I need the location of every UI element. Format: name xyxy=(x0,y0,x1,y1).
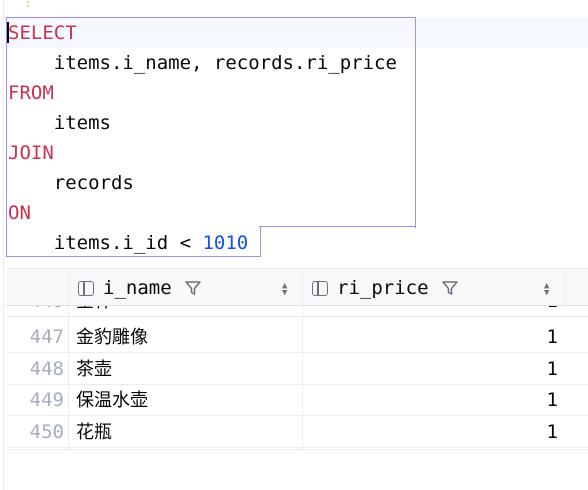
grid-header: i_name ▲ ▼ ri_price ▲ ▼ xyxy=(6,268,588,307)
row-number: 447 xyxy=(29,326,64,348)
keyword-join: JOIN xyxy=(8,142,54,164)
cell-ri-price[interactable]: 1 xyxy=(547,417,558,448)
column-label: ri_price xyxy=(337,277,429,299)
code-line-4[interactable]: items xyxy=(8,108,111,138)
code-line-8[interactable]: items.i_id < 1010 xyxy=(8,228,248,258)
cell-i-name[interactable]: 茶壶 xyxy=(76,354,112,385)
intention-bulb-icon[interactable]: ⋮ xyxy=(22,0,34,8)
result-grid[interactable]: i_name ▲▼ ri_price ▲▼ 446 金杯 1 447 金豹雕像 … xyxy=(6,268,588,450)
code-line-2[interactable]: items.i_name, records.ri_price xyxy=(8,48,397,78)
code-line-5[interactable]: JOIN xyxy=(8,138,54,168)
column-icon xyxy=(312,280,328,296)
column-divider[interactable] xyxy=(564,269,565,307)
row-number: 449 xyxy=(29,389,64,411)
selection-outline-step xyxy=(259,226,416,228)
table-row[interactable]: 450 花瓶 1 xyxy=(6,417,588,448)
code-line-6[interactable]: records xyxy=(8,168,134,198)
table-row[interactable]: 448 茶壶 1 xyxy=(6,354,588,385)
column-divider[interactable] xyxy=(302,269,303,307)
keyword-on: ON xyxy=(8,202,31,224)
column-header-i-name[interactable]: i_name xyxy=(78,269,302,307)
filter-icon[interactable] xyxy=(441,279,459,297)
row-number: 448 xyxy=(29,358,64,380)
numeric-literal: 1010 xyxy=(202,232,249,254)
code-line-3[interactable]: FROM xyxy=(8,78,54,108)
cell-ri-price[interactable]: 1 xyxy=(547,306,558,317)
sort-icon[interactable]: ▲ ▼ xyxy=(282,282,287,298)
code-line-7[interactable]: ON xyxy=(8,198,31,228)
column-header-ri-price[interactable]: ri_price xyxy=(312,269,564,307)
grid-body[interactable]: 446 金杯 1 447 金豹雕像 1 448 茶壶 1 449 保温水壶 1 … xyxy=(6,306,588,450)
cell-ri-price[interactable]: 1 xyxy=(547,385,558,416)
row-number: 446 xyxy=(6,306,64,317)
code-text: items.i_id < xyxy=(8,232,203,254)
sql-editor[interactable]: SELECT items.i_name, records.ri_price FR… xyxy=(0,17,588,260)
column-label: i_name xyxy=(103,277,172,299)
table-row[interactable]: 446 金杯 1 xyxy=(6,306,588,317)
column-divider[interactable] xyxy=(68,269,69,307)
code-text: records xyxy=(8,172,134,194)
keyword-select: SELECT xyxy=(8,22,77,44)
cell-ri-price[interactable]: 1 xyxy=(547,354,558,385)
code-text: items xyxy=(8,112,111,134)
grid-bottom-border xyxy=(6,449,588,450)
cell-ri-price[interactable]: 1 xyxy=(547,322,558,353)
sort-icon[interactable]: ▲ ▼ xyxy=(544,282,549,298)
cell-i-name[interactable]: 金杯 xyxy=(76,306,112,317)
keyword-from: FROM xyxy=(8,82,54,104)
table-row[interactable]: 447 金豹雕像 1 xyxy=(6,322,588,353)
cell-i-name[interactable]: 金豹雕像 xyxy=(76,322,148,353)
row-number: 450 xyxy=(29,421,64,443)
table-row[interactable]: 449 保温水壶 1 xyxy=(6,385,588,416)
code-text: items.i_name, records.ri_price xyxy=(8,52,397,74)
cell-i-name[interactable]: 花瓶 xyxy=(76,417,112,448)
column-icon xyxy=(78,280,94,296)
cell-i-name[interactable]: 保温水壶 xyxy=(76,385,148,416)
filter-icon[interactable] xyxy=(184,279,202,297)
code-line-1[interactable]: SELECT xyxy=(8,18,77,48)
